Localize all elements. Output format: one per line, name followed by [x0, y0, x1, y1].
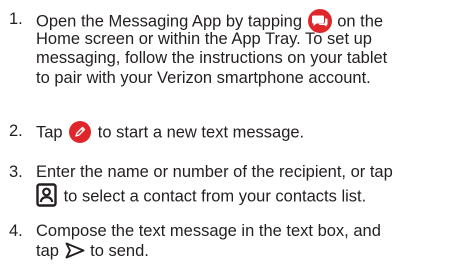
step-text-line: Home screen or within the App Tray. To s… — [36, 29, 372, 48]
step-number: 4. — [9, 222, 23, 240]
step-text: Tap to start a new text message. — [36, 121, 456, 144]
step-text-line: to pair with your Verizon smartphone acc… — [36, 68, 371, 87]
step-text-line: Compose the text message in the text box… — [36, 222, 381, 240]
step-text-line: to start a new text message. — [97, 123, 305, 142]
step-text-line: tap — [36, 241, 59, 260]
step-text-line: Enter the name or number of the recipien… — [36, 163, 393, 181]
contact-card-icon — [36, 182, 57, 207]
step-number: 3. — [9, 163, 23, 181]
send-arrow-icon — [65, 242, 85, 259]
step-text-line: to send. — [90, 241, 149, 260]
step-text-line: to select a contact from your contacts l… — [63, 186, 367, 205]
step-number: 1. — [9, 10, 23, 28]
compose-pencil-icon — [69, 121, 92, 143]
step-text: Open the Messaging App by tapping on the… — [36, 9, 456, 88]
step-text: Enter the name or number of the recipien… — [36, 163, 456, 209]
step-text-line: on the — [337, 12, 384, 31]
step-text-line: Open the Messaging App by tapping — [36, 12, 303, 31]
step-text-line: messaging, follow the instructions on yo… — [36, 49, 388, 67]
step-text: Compose the text message in the text box… — [36, 222, 456, 261]
step-number: 2. — [9, 122, 23, 140]
instruction-steps: 1. Open the Messaging App by tapping on … — [0, 0, 461, 269]
step-text-line: Tap — [36, 123, 63, 142]
messaging-app-icon — [307, 9, 332, 33]
